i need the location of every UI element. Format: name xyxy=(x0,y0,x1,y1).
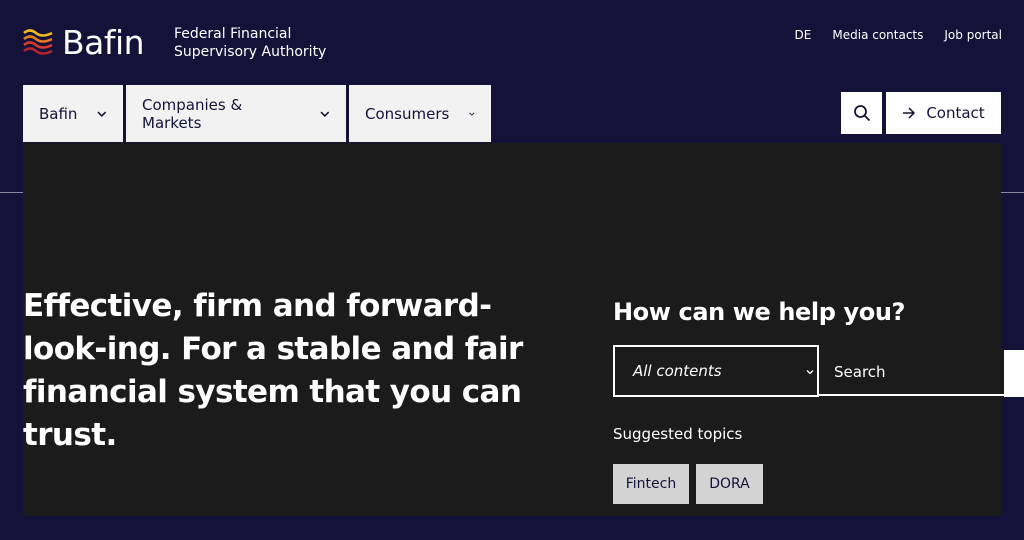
job-portal-link[interactable]: Job portal xyxy=(944,28,1002,42)
chevron-down-icon xyxy=(806,370,814,375)
help-title: How can we help you? xyxy=(613,298,906,326)
main-nav: Bafin Companies & Markets Consumers xyxy=(23,85,491,142)
select-value: All contents xyxy=(633,362,722,380)
nav-item-label: Bafin xyxy=(39,104,78,123)
nav-item-label: Companies & Markets xyxy=(142,95,243,132)
chevron-down-icon xyxy=(469,112,475,116)
nav-item-companies-markets[interactable]: Companies & Markets xyxy=(126,85,346,142)
search-submit-button[interactable] xyxy=(1004,350,1024,397)
bafin-wave-icon xyxy=(23,28,53,55)
search-input[interactable]: Search xyxy=(819,350,1004,396)
search-icon xyxy=(853,105,870,122)
nav-item-bafin[interactable]: Bafin xyxy=(23,85,123,142)
content-type-select[interactable]: All contents xyxy=(613,345,819,397)
hero-headline: Effective, firm and forward-look-ing. Fo… xyxy=(23,288,523,453)
org-name: Federal Financial Supervisory Authority xyxy=(174,26,327,60)
search-button[interactable] xyxy=(841,92,882,134)
chevron-down-icon xyxy=(320,111,330,117)
chevron-down-icon xyxy=(97,111,107,117)
bafin-logo[interactable]: Bafin xyxy=(22,23,145,62)
divider-line xyxy=(0,192,23,193)
media-contacts-link[interactable]: Media contacts xyxy=(832,28,923,42)
nav-item-label: Consumers xyxy=(365,104,450,123)
nav-item-consumers[interactable]: Consumers xyxy=(349,85,491,142)
utility-nav: DE Media contacts Job portal xyxy=(795,28,1002,42)
suggested-topics-label: Suggested topics xyxy=(613,425,743,443)
topic-chip-dora[interactable]: DORA xyxy=(696,464,763,504)
contact-button[interactable]: Contact xyxy=(886,92,1001,134)
topic-chip-fintech[interactable]: Fintech xyxy=(613,464,689,504)
arrow-right-icon xyxy=(903,107,916,119)
search-placeholder: Search xyxy=(834,363,886,381)
contact-label: Contact xyxy=(926,104,985,122)
language-link-de[interactable]: DE xyxy=(795,28,812,42)
logo-text: Bafin xyxy=(62,23,145,62)
divider-line xyxy=(1001,192,1024,193)
